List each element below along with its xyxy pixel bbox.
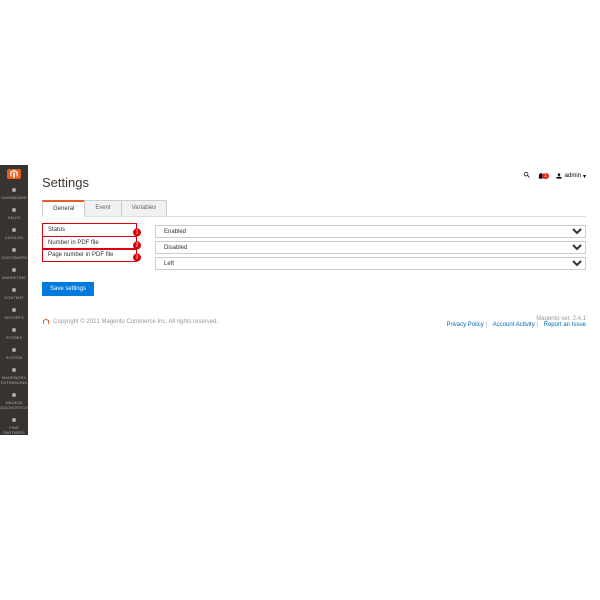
footer-link[interactable]: Report an Issue [544,322,586,328]
sidebar-item-mageworx[interactable]: MAGEWORX EXTENSIONS [0,363,28,388]
sidebar-item-system[interactable]: SYSTEM [0,343,28,363]
admin-sidebar: DASHBOARDSALESCATALOGCUSTOMERSMARKETINGC… [0,165,28,435]
sidebar-item-dashboard[interactable]: DASHBOARD [0,183,28,203]
sidebar-item-stores[interactable]: STORES [0,323,28,343]
copyright: Copyright © 2021 Magento Commerce Inc. A… [53,319,218,325]
main-content: 1 admin ▾ Settings GeneralEventVariables… [28,165,600,435]
user-name: admin [565,173,581,179]
top-toolbar: 1 admin ▾ [523,171,586,181]
footer-link[interactable]: Account Activity [493,322,535,328]
field-select-0[interactable]: Enabled [155,225,586,238]
tab-event[interactable]: Event [84,200,121,216]
tab-general[interactable]: General [42,200,85,217]
notification-icon[interactable]: 1 [537,172,549,180]
field-select-1[interactable]: Disabled [155,241,586,254]
sidebar-item-sales[interactable]: SALES [0,203,28,223]
tabs: GeneralEventVariables [42,200,586,217]
sidebar-item-customers[interactable]: CUSTOMERS [0,243,28,263]
search-icon[interactable] [523,171,531,181]
sidebar-item-marketing[interactable]: MARKETING [0,263,28,283]
tab-variables[interactable]: Variables [121,200,168,216]
chevron-down-icon: ▾ [583,173,586,180]
footer-link[interactable]: Privacy Policy [446,322,483,328]
magento-icon [42,318,50,326]
magento-logo[interactable] [7,169,21,179]
annotation-marker: 3 [133,253,141,261]
field-label-2: Page number in PDF file3 [42,248,137,262]
field-select-2[interactable]: Left [155,257,586,270]
page-title: Settings [42,175,586,190]
sidebar-item-mageza[interactable]: MAGEZA DIAGNOSTICS [0,388,28,413]
save-button[interactable]: Save settings [42,282,94,296]
user-menu[interactable]: admin ▾ [555,172,586,180]
sidebar-item-content[interactable]: CONTENT [0,283,28,303]
notification-badge: 1 [542,173,549,179]
sidebar-item-catalog[interactable]: CATALOG [0,223,28,243]
footer: Copyright © 2021 Magento Commerce Inc. A… [42,312,586,328]
sidebar-item-partners[interactable]: FIND PARTNERS [0,413,28,438]
sidebar-item-reports[interactable]: REPORTS [0,303,28,323]
